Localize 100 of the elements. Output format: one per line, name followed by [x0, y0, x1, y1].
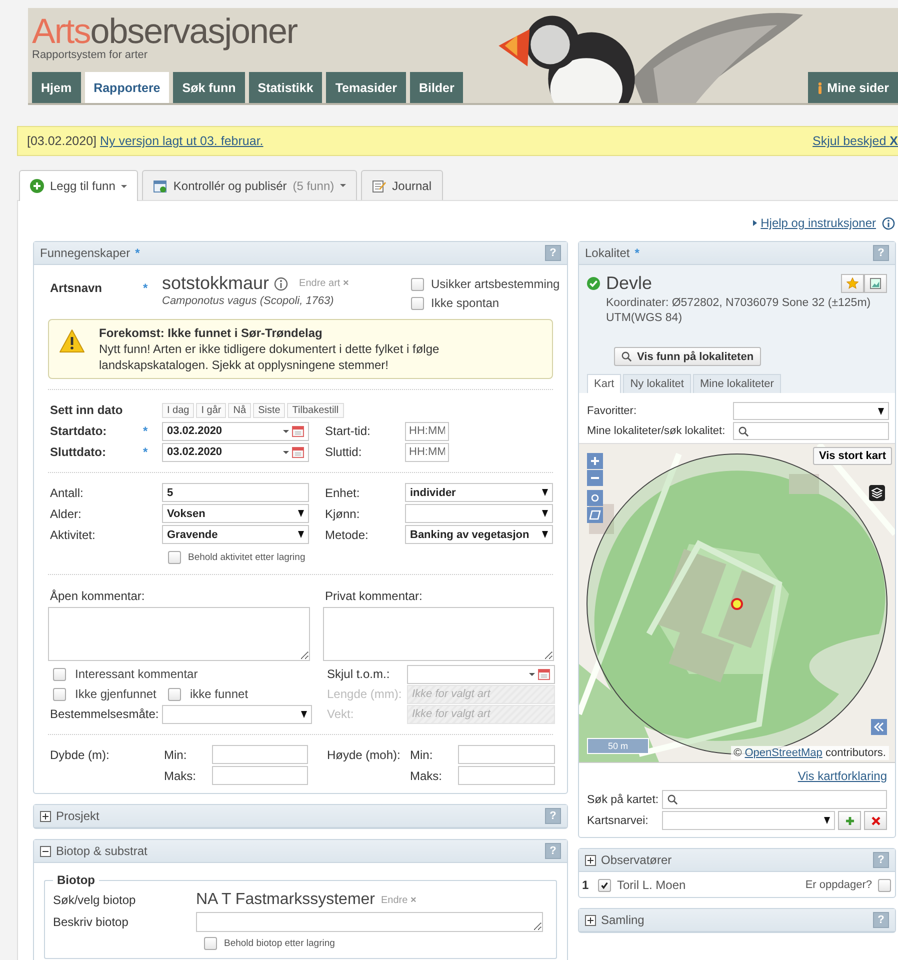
checkbox[interactable] — [598, 878, 611, 892]
zoom-in-button[interactable] — [587, 453, 603, 469]
checkbox[interactable] — [411, 296, 424, 310]
show-finds-button[interactable]: Vis funn på lokaliteten — [614, 347, 761, 366]
date-field[interactable]: 03.02.2020 — [162, 442, 309, 462]
draw-circle-button[interactable] — [587, 490, 603, 506]
date-shortcut-button[interactable]: I går — [196, 402, 226, 418]
help-link[interactable]: Hjelp og instruksjoner — [752, 216, 876, 230]
checkbox[interactable] — [168, 551, 181, 564]
checkbox-label: Ikke gjenfunnet — [75, 687, 156, 701]
field-label: Alder: — [50, 506, 82, 520]
page-tab[interactable]: Kontrollér og publisér (5 funn) — [142, 170, 358, 200]
coordinates-text: Koordinater: Ø572802, N7036079 Sone 32 (±125m) UTM(WGS 84) — [605, 296, 872, 326]
field-label: Vekt: — [327, 707, 355, 721]
time-field[interactable]: HH:MM — [405, 442, 449, 462]
info-icon[interactable] — [274, 276, 288, 290]
nav-tab[interactable]: Rapportere — [84, 72, 170, 103]
image-icon — [870, 278, 881, 289]
site-subtitle: Rapportsystem for arter — [32, 49, 148, 61]
search-field[interactable] — [662, 790, 887, 809]
date-shortcut-button[interactable]: Nå — [228, 402, 252, 418]
checkbox[interactable] — [53, 668, 66, 680]
map-tab[interactable]: Kart — [587, 374, 622, 393]
add-button[interactable] — [838, 811, 861, 830]
checkbox[interactable] — [411, 278, 424, 290]
search-icon — [621, 351, 632, 362]
notepad-icon — [372, 178, 386, 192]
required-mark: * — [143, 445, 149, 459]
input-field[interactable] — [458, 766, 555, 785]
dismiss-link[interactable]: Skjul beskjed X — [812, 134, 898, 148]
input-field[interactable] — [212, 745, 308, 764]
expand-icon[interactable] — [40, 810, 51, 822]
caret-icon — [878, 408, 884, 414]
nav-tab[interactable]: Søk funn — [173, 72, 245, 103]
field-label: Sett inn dato — [50, 403, 124, 417]
openstreetmap-link[interactable]: OpenStreetMap — [744, 747, 822, 759]
remove-button[interactable] — [864, 811, 887, 830]
checkbox[interactable] — [878, 878, 891, 892]
nav-tab[interactable]: Temasider — [326, 72, 406, 103]
panel-title: Prosjekt — [56, 809, 100, 823]
select-field[interactable]: Banking av vegetasjon — [405, 525, 553, 544]
select-field[interactable] — [162, 704, 312, 724]
calendar-icon — [538, 668, 550, 680]
field-label: Enhet: — [325, 486, 361, 500]
page-tab[interactable]: Legg til funn — [19, 170, 138, 201]
date-shortcut-button[interactable]: Tilbakestill — [287, 402, 344, 418]
select-field[interactable]: Voksen — [162, 504, 309, 523]
nav-tab[interactable]: Statistikk — [248, 72, 322, 103]
warning-text: Nytt funn! Arten er ikke tidligere dokumentert i dette fylket i følge landskapskatalogen. Sjekk at opplysningene stemmer! — [99, 341, 440, 373]
input-field[interactable] — [212, 766, 308, 785]
info-icon[interactable] — [882, 216, 895, 230]
large-map-button[interactable]: Vis stort kart — [812, 447, 892, 465]
date-field[interactable] — [407, 664, 555, 684]
required-mark: * — [143, 424, 149, 438]
date-field[interactable]: 03.02.2020 — [162, 422, 309, 440]
favorite-button[interactable] — [841, 274, 864, 293]
search-icon — [667, 794, 678, 805]
plus-icon — [844, 816, 854, 826]
select-field[interactable]: Gravende — [162, 525, 309, 544]
select-field[interactable] — [733, 402, 889, 420]
checkbox[interactable] — [204, 937, 217, 950]
expand-icon[interactable] — [585, 854, 596, 866]
layers-icon[interactable] — [869, 485, 885, 501]
collapse-icon[interactable] — [40, 846, 51, 856]
select-field[interactable] — [405, 504, 553, 523]
time-field[interactable]: HH:MM — [405, 422, 449, 440]
expand-icon[interactable] — [585, 914, 596, 926]
site-logo[interactable]: Artsobservasjoner — [32, 14, 298, 50]
comment-field[interactable] — [48, 607, 310, 661]
input-field[interactable] — [458, 745, 555, 764]
date-shortcut-button[interactable]: I dag — [162, 402, 194, 418]
date-shortcut-button[interactable]: Siste — [253, 402, 286, 418]
map-tab[interactable]: Mine lokaliteter — [692, 374, 781, 393]
news-link[interactable]: Ny versjon lagt ut 03. februar. — [100, 134, 264, 148]
select-field[interactable] — [662, 811, 835, 830]
page-tab[interactable]: Journal — [361, 170, 443, 200]
caret-icon — [301, 710, 307, 718]
search-field[interactable] — [733, 422, 889, 440]
nav-tab[interactable]: Hjem — [32, 72, 81, 103]
checkbox[interactable] — [168, 688, 181, 700]
close-icon — [870, 816, 880, 826]
zoom-out-button[interactable] — [587, 470, 603, 486]
comment-field[interactable] — [323, 607, 554, 661]
nav-tab[interactable]: Bilder — [410, 72, 464, 103]
select-field[interactable]: individer — [405, 483, 553, 502]
field-label: Artsnavn — [50, 281, 104, 295]
input-field[interactable]: 5 — [162, 483, 309, 502]
checkbox[interactable] — [53, 688, 66, 700]
map-tab[interactable]: Ny lokalitet — [623, 374, 691, 393]
field-label: Privat kommentar: — [324, 589, 424, 603]
star-icon — [846, 277, 859, 290]
caret-icon — [824, 817, 830, 824]
calendar-icon — [153, 178, 168, 192]
user-menu-button[interactable]: Mine sider — [808, 72, 898, 103]
description-field[interactable] — [196, 912, 543, 932]
map-legend-link[interactable]: Vis kartforklaring — [798, 769, 887, 783]
map-button[interactable] — [864, 274, 887, 293]
scientific-name: Camponotus vagus (Scopoli, 1763) — [162, 295, 335, 307]
caret-icon — [283, 450, 289, 454]
draw-polygon-button[interactable] — [587, 507, 603, 523]
